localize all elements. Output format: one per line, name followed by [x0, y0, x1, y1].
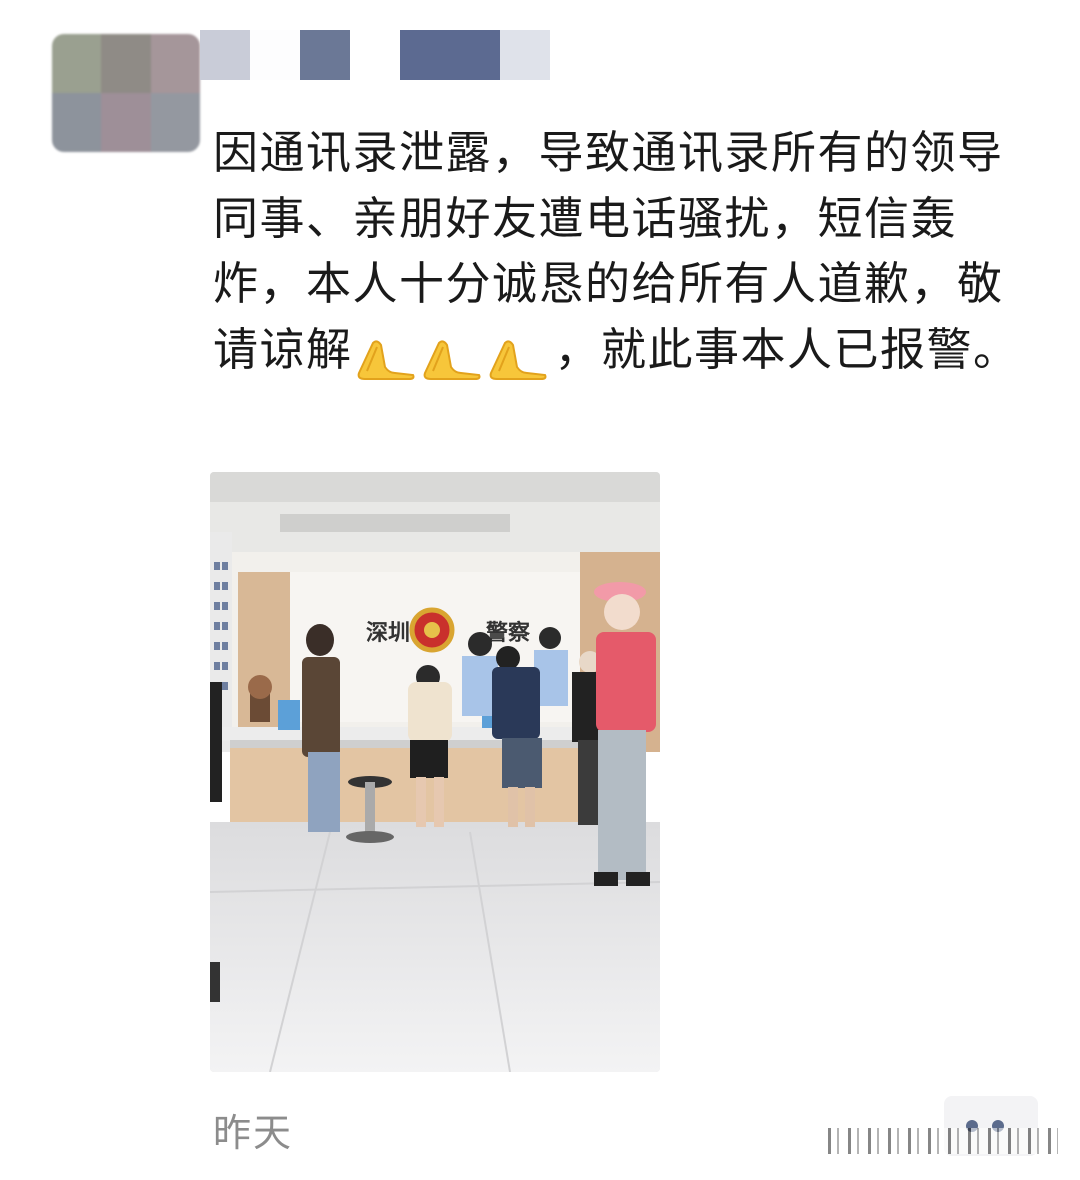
username-obscured[interactable] — [200, 30, 550, 80]
obscured-strip — [828, 1128, 1058, 1154]
folded-hands-emoji-group — [355, 323, 553, 389]
post-body: 因通讯录泄露，导致通讯录所有的领导同事、亲朋好友遭电话骚扰，短信轰炸，本人十分诚… — [213, 120, 1043, 388]
sign-right: 警察 — [485, 620, 531, 646]
police-station-photo: 深圳 警察 — [210, 472, 660, 1072]
post-photo[interactable]: 深圳 警察 — [210, 472, 660, 1072]
sign-left: 深圳 — [366, 621, 410, 646]
folded-hands-icon — [357, 339, 415, 380]
avatar[interactable] — [52, 34, 200, 152]
folded-hands-icon — [423, 339, 481, 380]
post-text-tail: ，就此事本人已报警。 — [554, 322, 1020, 376]
post-timestamp: 昨天 — [213, 1111, 294, 1155]
folded-hands-icon — [489, 339, 547, 380]
